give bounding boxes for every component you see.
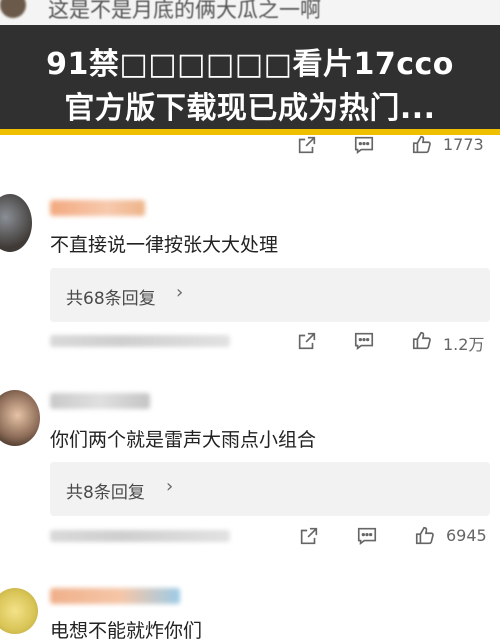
comment-action-row: 1.2万 (0, 327, 500, 355)
banner-title-line-1: 91禁□□□□□□看片17cco (46, 47, 454, 82)
reply-count-label: 共8条回复 (66, 483, 145, 503)
comment-action-row: 1773 (0, 131, 500, 159)
comment-text: 你们两个就是雷声大雨点小组合 (50, 429, 317, 451)
reply-thread-link[interactable]: 共8条回复 › (50, 462, 490, 516)
comment-text: 不直接说一律按张大大处理 (50, 234, 279, 256)
username[interactable] (50, 588, 180, 604)
share-icon[interactable] (295, 329, 319, 353)
comment-text: 电想不能就炸你们 (50, 620, 203, 642)
share-icon[interactable] (297, 524, 321, 548)
comment-icon[interactable] (352, 133, 376, 157)
like-icon[interactable] (413, 524, 437, 548)
avatar (0, 0, 26, 18)
like-icon[interactable] (410, 329, 434, 353)
share-icon[interactable] (295, 133, 319, 157)
avatar[interactable] (0, 390, 40, 446)
reply-count-label: 共68条回复 (66, 289, 156, 309)
chevron-right-icon: › (166, 476, 174, 497)
avatar[interactable] (0, 588, 38, 634)
comment-meta (50, 530, 230, 542)
username[interactable] (50, 200, 145, 216)
comment-icon[interactable] (355, 524, 379, 548)
like-icon[interactable] (410, 133, 434, 157)
previous-comment-text: 这是不是月底的俩大瓜之一啊 (48, 0, 321, 22)
like-count: 6945 (446, 526, 487, 545)
comment-icon[interactable] (352, 329, 376, 353)
chevron-right-icon: › (176, 282, 184, 303)
comment-action-row: 6945 (0, 522, 500, 550)
title-banner: 91禁□□□□□□看片17cco 官方版下载现已成为热门... (0, 25, 500, 135)
like-count: 1773 (443, 135, 484, 154)
avatar[interactable] (0, 194, 32, 252)
username[interactable] (50, 393, 150, 409)
comment-meta (50, 335, 230, 347)
banner-title-line-2: 官方版下载现已成为热门... (64, 91, 436, 126)
reply-thread-link[interactable]: 共68条回复 › (50, 268, 490, 322)
like-count: 1.2万 (443, 335, 485, 354)
